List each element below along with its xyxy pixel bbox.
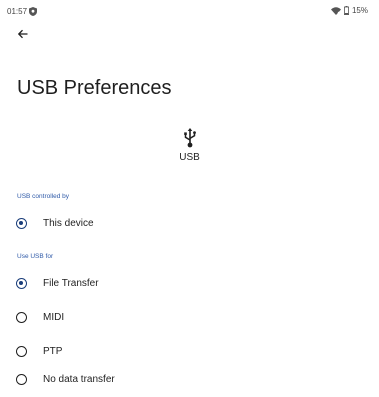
usb-header: USB (0, 128, 379, 163)
option-midi[interactable]: MIDI (0, 300, 379, 334)
option-label: File Transfer (43, 277, 99, 289)
usb-label: USB (179, 152, 200, 163)
back-button[interactable] (14, 25, 32, 43)
status-time: 01:57 (7, 7, 28, 16)
option-label: PTP (43, 345, 63, 357)
section-header-use-for: Use USB for (17, 253, 54, 260)
section-header-controlled-by: USB controlled by (17, 193, 70, 200)
option-label: This device (43, 217, 94, 229)
radio-midi[interactable] (16, 311, 27, 323)
battery-icon (343, 6, 349, 15)
usb-icon (183, 128, 196, 148)
option-file-transfer[interactable]: File Transfer (0, 266, 379, 300)
arrow-left-icon (18, 29, 28, 39)
option-label: MIDI (43, 311, 65, 323)
option-no-data-transfer[interactable]: No data transfer (0, 362, 379, 396)
battery-percent: 15% (351, 6, 368, 15)
wifi-icon (330, 6, 341, 15)
option-label: No data transfer (43, 373, 115, 385)
status-bar: 01:57 15% (0, 0, 379, 20)
page-title: USB Preferences (17, 77, 172, 99)
status-right: 15% (330, 6, 368, 15)
option-this-device[interactable]: This device (0, 206, 379, 240)
radio-this-device[interactable] (16, 217, 27, 229)
radio-file-transfer[interactable] (16, 277, 27, 289)
radio-ptp[interactable] (16, 345, 27, 357)
radio-no-data-transfer[interactable] (16, 373, 27, 385)
shield-icon (29, 7, 37, 16)
